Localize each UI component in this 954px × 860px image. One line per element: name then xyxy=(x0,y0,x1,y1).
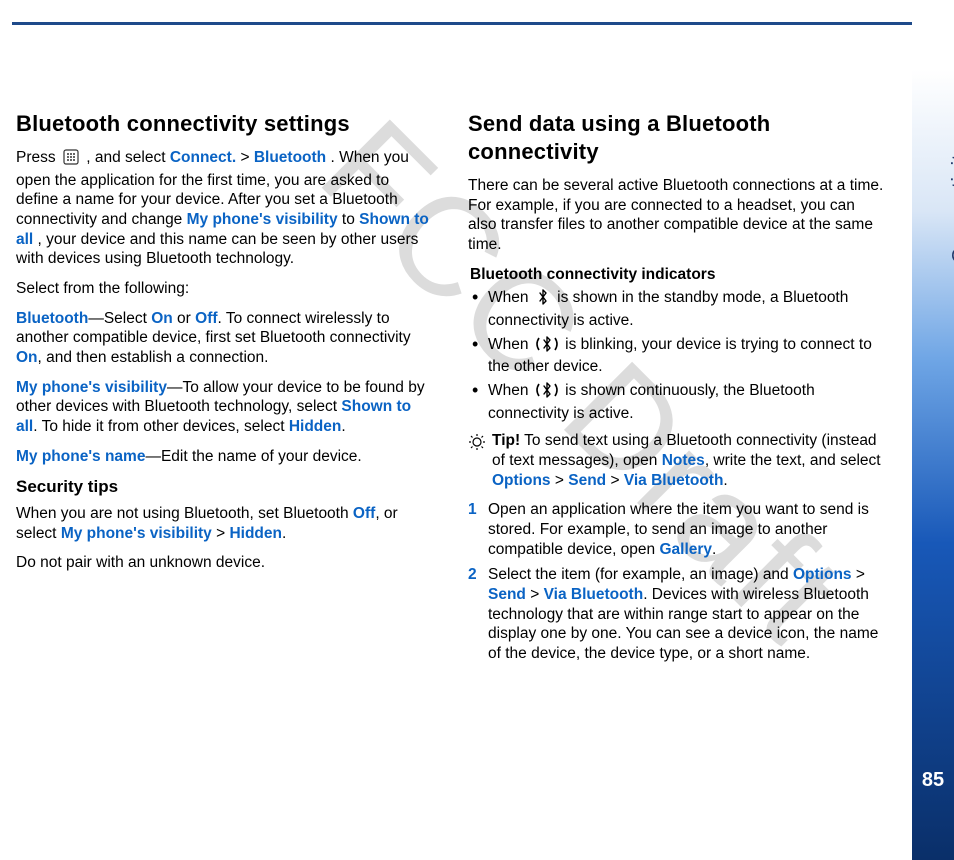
link-on: On xyxy=(16,349,38,366)
text: . xyxy=(282,525,286,542)
link-visibility: My phone's visibility xyxy=(187,211,338,228)
list-item: When is shown in the standby mode, a Blu… xyxy=(468,288,886,330)
tip-block: Tip! To send text using a Bluetooth conn… xyxy=(468,431,886,490)
heading-indicators: Bluetooth connectivity indicators xyxy=(470,265,886,285)
text: . xyxy=(723,472,727,489)
link-hidden: Hidden xyxy=(289,418,342,435)
section-label: Connectivity xyxy=(948,143,954,263)
link-phone-name: My phone's name xyxy=(16,448,145,465)
page-number: 85 xyxy=(916,769,950,792)
link-send: Send xyxy=(488,586,526,603)
list-item: 1 Open an application where the item you… xyxy=(468,500,886,559)
heading-security-tips: Security tips xyxy=(16,476,434,498)
link-on: On xyxy=(151,310,173,327)
option-name: My phone's name—Edit the name of your de… xyxy=(16,447,434,467)
text: Press xyxy=(16,149,60,166)
heading-bluetooth-settings: Bluetooth connectivity settings xyxy=(16,110,434,138)
text: When xyxy=(488,336,533,353)
text: or xyxy=(173,310,195,327)
text: When xyxy=(488,289,533,306)
text: > xyxy=(526,586,544,603)
text: Select the item (for example, an image) … xyxy=(488,566,793,583)
link-via-bluetooth: Via Bluetooth xyxy=(544,586,644,603)
text: to xyxy=(342,211,359,228)
menu-key-icon xyxy=(63,149,79,171)
link-options: Options xyxy=(492,472,551,489)
text: , and then establish a connection. xyxy=(38,349,269,366)
security-tip-2: Do not pair with an unknown device. xyxy=(16,553,434,573)
heading-send-data: Send data using a Bluetooth connectivity xyxy=(468,110,886,166)
text: > xyxy=(212,525,230,542)
text: , write the text, and select xyxy=(705,452,881,469)
bluetooth-icon xyxy=(536,289,550,311)
text: When you are not using Bluetooth, set Bl… xyxy=(16,505,353,522)
text: —Select xyxy=(88,310,151,327)
tip-text: Tip! To send text using a Bluetooth conn… xyxy=(492,432,881,488)
text: When xyxy=(488,382,533,399)
list-item: When is blinking, your device is trying … xyxy=(468,335,886,377)
text: , and select xyxy=(86,149,170,166)
link-gallery: Gallery xyxy=(659,541,712,558)
link-bluetooth: Bluetooth xyxy=(254,149,326,166)
link-hidden: Hidden xyxy=(229,525,282,542)
text: > xyxy=(852,566,865,583)
select-from: Select from the following: xyxy=(16,279,434,299)
text: > xyxy=(551,472,569,489)
tip-label: Tip! xyxy=(492,432,520,449)
link-visibility: My phone's visibility xyxy=(16,379,167,396)
steps-list: 1 Open an application where the item you… xyxy=(468,500,886,663)
security-tip-1: When you are not using Bluetooth, set Bl… xyxy=(16,504,434,543)
step-number: 1 xyxy=(468,500,477,520)
indicator-list: When is shown in the standby mode, a Blu… xyxy=(468,288,886,423)
bluetooth-paren-icon xyxy=(536,382,558,404)
settings-intro: Press , and select Connect. > Bluetooth … xyxy=(16,148,434,269)
text: . xyxy=(712,541,716,558)
link-options: Options xyxy=(793,566,852,583)
link-visibility: My phone's visibility xyxy=(61,525,212,542)
link-off: Off xyxy=(195,310,217,327)
side-gradient: Connectivity 85 xyxy=(912,28,954,860)
list-item: When is shown continuously, the Bluetoot… xyxy=(468,381,886,423)
option-bluetooth: Bluetooth—Select On or Off. To connect w… xyxy=(16,309,434,368)
list-item: 2 Select the item (for example, an image… xyxy=(468,565,886,663)
text: > xyxy=(606,472,624,489)
bluetooth-paren-icon xyxy=(536,336,558,358)
link-off: Off xyxy=(353,505,375,522)
link-bluetooth: Bluetooth xyxy=(16,310,88,327)
header-rule xyxy=(12,22,912,25)
text: > xyxy=(240,149,253,166)
link-connect: Connect. xyxy=(170,149,236,166)
text: . xyxy=(341,418,345,435)
step-number: 2 xyxy=(468,565,477,585)
link-via-bluetooth: Via Bluetooth xyxy=(624,472,724,489)
text: . To hide it from other devices, select xyxy=(33,418,289,435)
tip-bulb-icon xyxy=(468,433,486,457)
manual-page: FCC Draft Bluetooth connectivity setting… xyxy=(0,0,954,858)
send-intro: There can be several active Bluetooth co… xyxy=(468,176,886,255)
link-send: Send xyxy=(568,472,606,489)
text: —Edit the name of your device. xyxy=(145,448,361,465)
body-columns: Bluetooth connectivity settings Press , … xyxy=(16,110,886,760)
text: , your device and this name can be seen … xyxy=(16,231,418,268)
link-notes: Notes xyxy=(662,452,705,469)
option-visibility: My phone's visibility—To allow your devi… xyxy=(16,378,434,437)
